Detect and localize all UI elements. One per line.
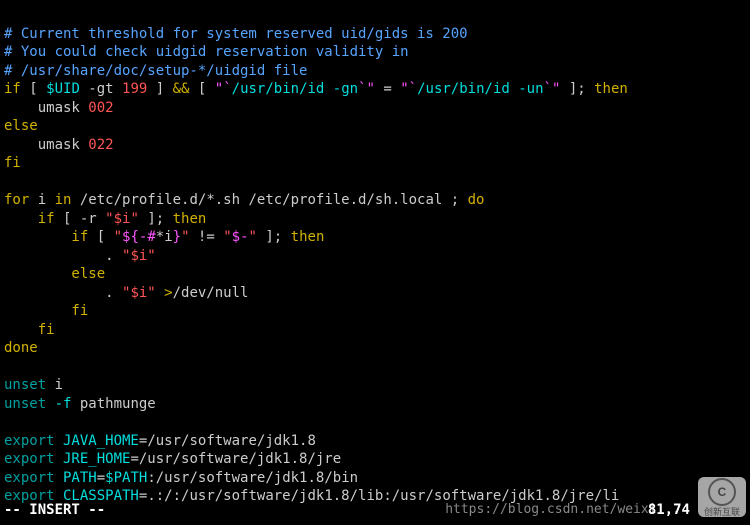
code-line: for i in /etc/profile.d/*.sh /etc/profil…	[4, 192, 484, 208]
code-line: if [ "${-#*i}" != "$-" ]; then	[4, 229, 324, 245]
watermark-badge: C 创新互联	[698, 477, 746, 517]
code-line: . "$i"	[4, 248, 156, 264]
blank-line	[4, 174, 12, 190]
code-line: done	[4, 340, 38, 356]
code-line: export JRE_HOME=/usr/software/jdk1.8/jre	[4, 451, 341, 467]
comment-line: # /usr/share/doc/setup-*/uidgid file	[4, 63, 307, 79]
code-line: unset i	[4, 377, 63, 393]
comment-line: # Current threshold for system reserved …	[4, 26, 468, 42]
code-line: else	[4, 266, 105, 282]
code-line: export JAVA_HOME=/usr/software/jdk1.8	[4, 433, 316, 449]
watermark-url: https://blog.csdn.net/weixi...	[445, 501, 680, 520]
vim-mode-indicator: -- INSERT --	[4, 501, 105, 520]
watermark-badge-icon: C	[708, 478, 736, 506]
vim-editor[interactable]: # Current threshold for system reserved …	[0, 0, 750, 506]
code-line: else	[4, 118, 38, 134]
code-line: umask 022	[4, 137, 114, 153]
code-line: fi	[4, 155, 21, 171]
code-line: fi	[4, 303, 88, 319]
code-line: fi	[4, 322, 55, 338]
blank-line	[4, 359, 12, 375]
cursor-position: 81,74	[648, 501, 690, 520]
comment-line: # You could check uidgid reservation val…	[4, 44, 409, 60]
code-line: export PATH=$PATH:/usr/software/jdk1.8/b…	[4, 470, 358, 486]
code-line: if [ -r "$i" ]; then	[4, 211, 206, 227]
code-line: . "$i" >/dev/null	[4, 285, 248, 301]
code-line: unset -f pathmunge	[4, 396, 156, 412]
code-line: umask 002	[4, 100, 114, 116]
watermark-badge-text: 创新互联	[704, 508, 740, 517]
blank-line	[4, 414, 12, 430]
code-line: if [ $UID -gt 199 ] && [ "`/usr/bin/id -…	[4, 81, 628, 97]
